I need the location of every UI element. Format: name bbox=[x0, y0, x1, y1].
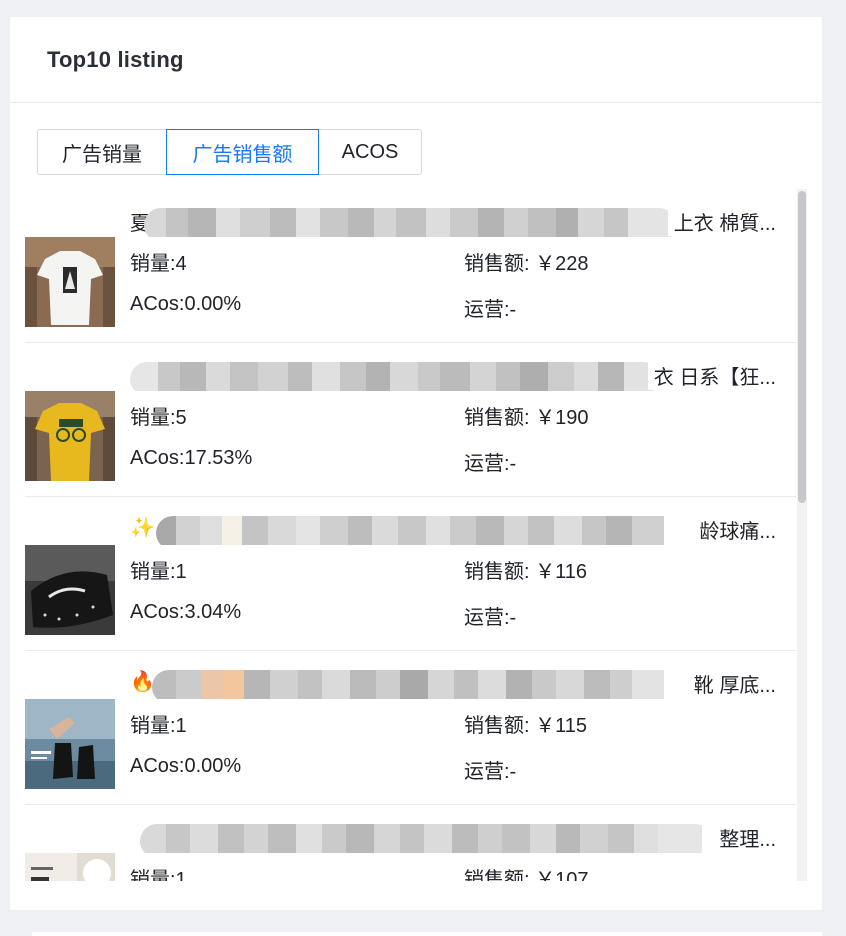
title-lead: ✨ bbox=[130, 517, 155, 539]
redacted-title-block bbox=[130, 362, 660, 391]
acos-value: ACos:0.00% bbox=[130, 755, 242, 777]
tab-acos[interactable]: ACOS bbox=[318, 129, 422, 175]
product-thumbnail[interactable] bbox=[25, 853, 115, 881]
sales-value: 销售额: ￥228 bbox=[464, 253, 589, 275]
product-title[interactable]: ✨ 龄球痛... bbox=[130, 515, 790, 545]
tab-ad-sales[interactable]: 广告销售额 bbox=[166, 129, 319, 175]
acos-value: ACos:17.53% bbox=[130, 447, 253, 469]
sales-value: 销售额: ￥107 bbox=[464, 869, 589, 881]
acos-value: ACos:3.04% bbox=[130, 601, 242, 623]
operator-value: 运营:- bbox=[464, 607, 517, 629]
list-item[interactable]: 整理... 销量:1 销售额: ￥107 bbox=[25, 805, 796, 881]
card-title: Top10 listing bbox=[47, 46, 184, 72]
metric-tabs: 广告销量 广告销售额 ACOS bbox=[37, 129, 422, 175]
sales-value: 销售额: ￥116 bbox=[464, 561, 587, 583]
listing-list[interactable]: 夏 上衣 棉質... 销量:4 销售额: ￥228 ACos:0.00% 运营:… bbox=[25, 189, 796, 881]
next-card-edge bbox=[32, 932, 822, 936]
quantity-value: 销量:1 bbox=[130, 561, 187, 583]
list-item[interactable]: 夏 上衣 棉質... 销量:4 销售额: ￥228 ACos:0.00% 运营:… bbox=[25, 189, 796, 343]
top10-listing-card: Top10 listing 广告销量 广告销售额 ACOS 夏 上衣 棉質...… bbox=[10, 17, 822, 910]
list-item[interactable]: 衣 日系【狂... 销量:5 销售额: ￥190 ACos:17.53% 运营:… bbox=[25, 343, 796, 497]
title-suffix: 靴 厚底... bbox=[687, 669, 776, 698]
title-suffix: 整理... bbox=[713, 823, 776, 852]
redacted-title-block bbox=[152, 670, 684, 699]
operator-value: 运营:- bbox=[464, 761, 517, 783]
list-item[interactable]: 🔥 靴 厚底... 销量:1 销售额: ￥115 ACos:0.00% 运营:- bbox=[25, 651, 796, 805]
title-suffix: 衣 日系【狂... bbox=[647, 361, 776, 390]
redacted-title-block bbox=[140, 824, 712, 853]
operator-value: 运营:- bbox=[464, 453, 517, 475]
quantity-value: 销量:1 bbox=[130, 715, 187, 737]
title-suffix: 龄球痛... bbox=[693, 515, 776, 544]
redacted-title-block bbox=[144, 208, 676, 237]
quantity-value: 销量:4 bbox=[130, 253, 187, 275]
product-title[interactable]: 🔥 靴 厚底... bbox=[130, 669, 790, 699]
title-suffix: 上衣 棉質... bbox=[667, 207, 776, 236]
redacted-title-block bbox=[156, 516, 694, 545]
tab-ad-quantity[interactable]: 广告销量 bbox=[37, 129, 167, 175]
sales-value: 销售额: ￥190 bbox=[464, 407, 589, 429]
product-title[interactable]: 夏 上衣 棉質... bbox=[130, 207, 790, 237]
acos-value: ACos:0.00% bbox=[130, 293, 242, 315]
operator-value: 运营:- bbox=[464, 299, 517, 321]
list-scrollbar[interactable] bbox=[797, 189, 807, 881]
product-thumbnail[interactable] bbox=[25, 699, 115, 789]
product-thumbnail[interactable] bbox=[25, 237, 115, 327]
list-item[interactable]: ✨ 龄球痛... 销量:1 销售额: ￥116 ACos:3.04% 运营:- bbox=[25, 497, 796, 651]
quantity-value: 销量:1 bbox=[130, 869, 187, 881]
card-header: Top10 listing bbox=[10, 17, 822, 103]
product-title[interactable]: 衣 日系【狂... bbox=[130, 361, 790, 391]
scrollbar-thumb[interactable] bbox=[798, 191, 806, 503]
product-thumbnail[interactable] bbox=[25, 545, 115, 635]
quantity-value: 销量:5 bbox=[130, 407, 187, 429]
product-title[interactable]: 整理... bbox=[130, 823, 790, 853]
sales-value: 销售额: ￥115 bbox=[464, 715, 587, 737]
product-thumbnail[interactable] bbox=[25, 391, 115, 481]
title-lead: 🔥 bbox=[130, 671, 155, 693]
